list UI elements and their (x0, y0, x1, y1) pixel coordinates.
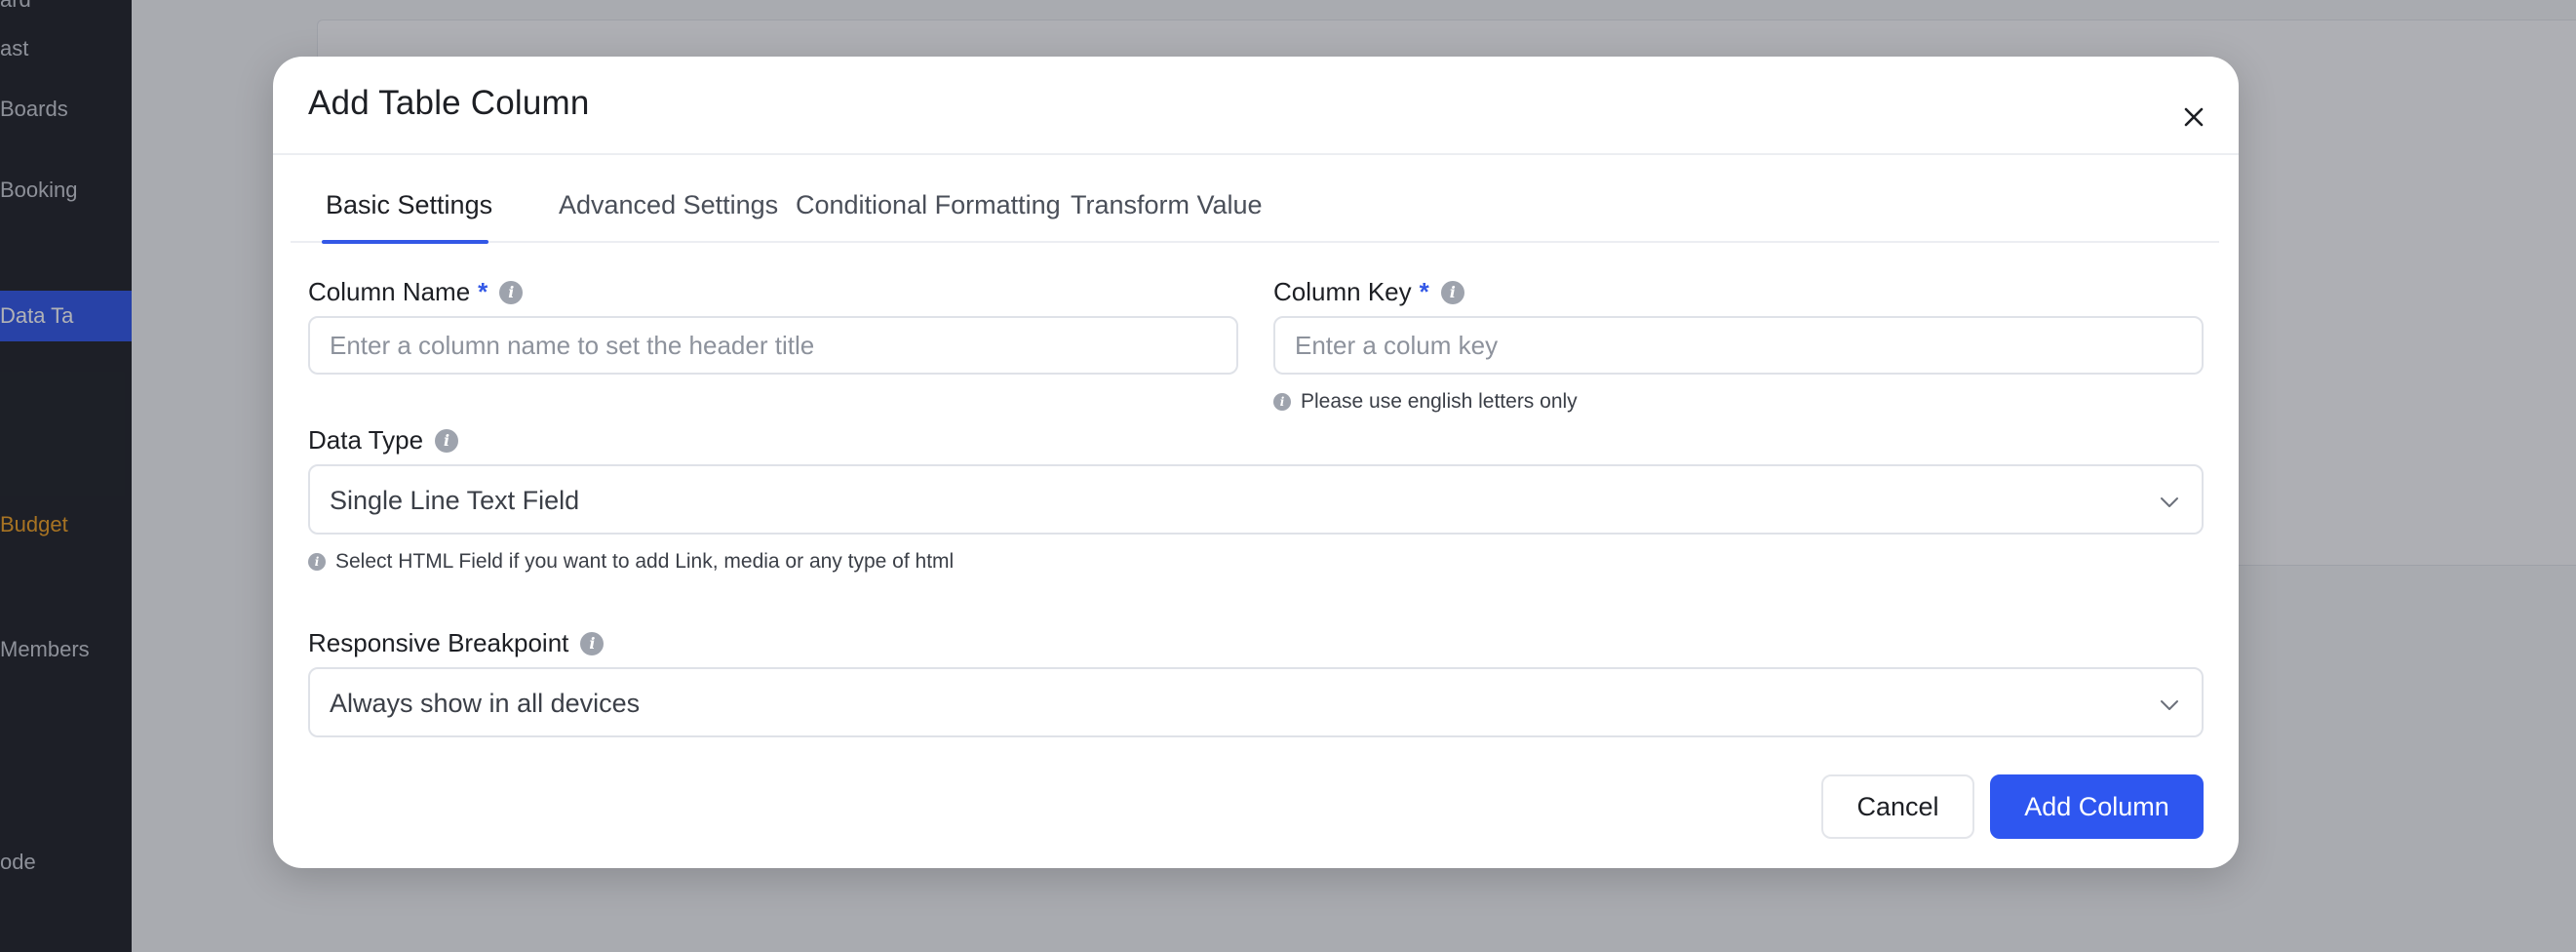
data-type-select[interactable]: Single Line Text Field (308, 464, 2204, 535)
data-type-label-text: Data Type (308, 425, 424, 455)
responsive-breakpoint-select[interactable]: Always show in all devices (308, 667, 2204, 737)
data-type-selected-value: Single Line Text Field (330, 486, 580, 515)
info-icon: i (1273, 393, 1291, 411)
info-icon[interactable]: i (1440, 280, 1464, 304)
data-type-hint: i Select HTML Field if you want to add L… (308, 550, 954, 574)
responsive-breakpoint-label: Responsive Breakpoint i (308, 628, 605, 658)
chevron-down-icon (2161, 497, 2178, 507)
add-column-modal: Add Table Column Basic Settings Advanced… (273, 57, 2239, 868)
column-key-label: Column Key * i (1273, 277, 1464, 307)
data-type-hint-text: Select HTML Field if you want to add Lin… (335, 550, 955, 573)
tab-advanced-settings[interactable]: Advanced Settings (559, 190, 778, 220)
column-key-label-text: Column Key (1273, 277, 1412, 306)
column-key-hint: i Please use english letters only (1273, 390, 1578, 414)
info-icon[interactable]: i (435, 428, 459, 453)
data-type-label: Data Type i (308, 425, 459, 456)
tab-conditional-formatting[interactable]: Conditional Formatting (796, 190, 1061, 220)
column-name-label: Column Name * i (308, 277, 524, 307)
add-column-button[interactable]: Add Column (1990, 774, 2204, 839)
required-marker: * (478, 277, 488, 306)
cancel-button[interactable]: Cancel (1821, 774, 1974, 839)
tab-basic-settings[interactable]: Basic Settings (326, 190, 492, 220)
responsive-breakpoint-selected-value: Always show in all devices (330, 689, 641, 718)
responsive-breakpoint-label-text: Responsive Breakpoint (308, 628, 569, 657)
tab-transform-value[interactable]: Transform Value (1071, 190, 1263, 220)
required-marker: * (1419, 277, 1429, 306)
close-button[interactable] (2176, 99, 2211, 135)
column-name-input[interactable] (308, 316, 1238, 375)
column-key-hint-text: Please use english letters only (1301, 390, 1578, 413)
settings-tabs: Basic Settings Advanced Settings Conditi… (291, 155, 2219, 243)
column-key-input[interactable] (1273, 316, 2204, 375)
close-icon (2184, 107, 2204, 127)
info-icon[interactable]: i (580, 631, 605, 655)
chevron-down-icon (2161, 700, 2178, 710)
modal-header: Add Table Column (273, 57, 2239, 155)
modal-title: Add Table Column (308, 84, 590, 122)
info-icon[interactable]: i (499, 280, 524, 304)
active-tab-indicator (322, 240, 488, 244)
column-name-label-text: Column Name (308, 277, 471, 306)
info-icon: i (308, 553, 326, 571)
